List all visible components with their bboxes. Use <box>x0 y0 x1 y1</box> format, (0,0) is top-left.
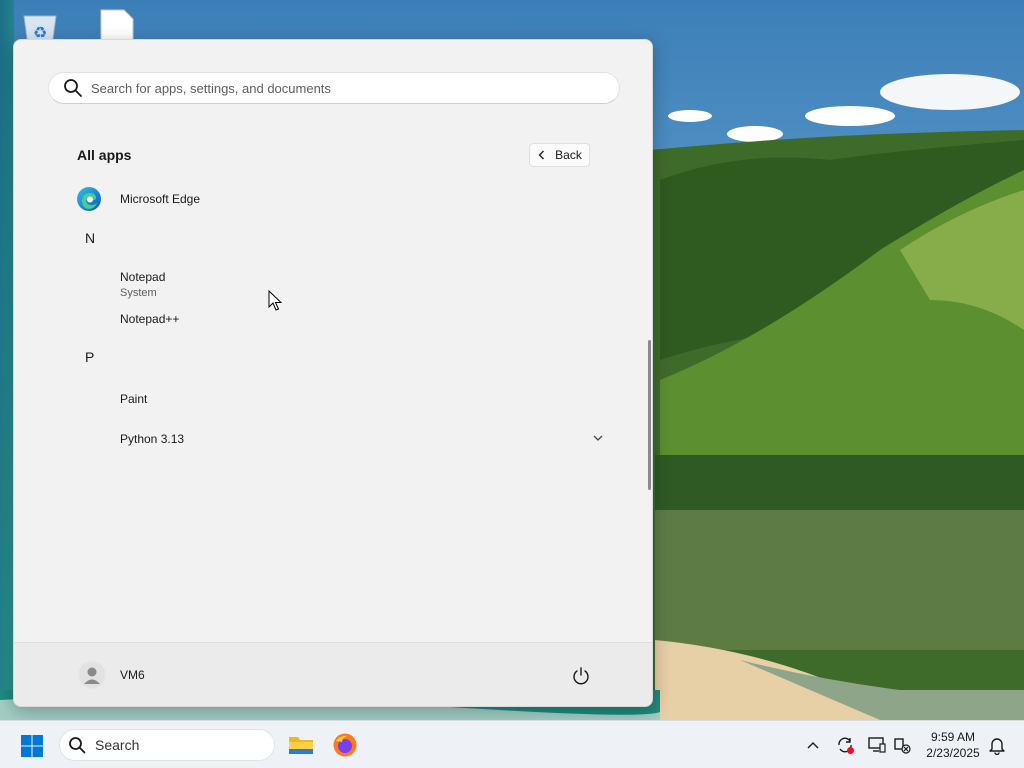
app-label: Notepad++ <box>120 312 180 326</box>
edge-icon <box>77 187 101 211</box>
start-search-input[interactable] <box>91 80 619 96</box>
start-menu-footer: VM6 <box>14 642 652 706</box>
user-account-button[interactable]: VM6 <box>78 661 145 689</box>
start-search-box[interactable] <box>48 72 620 104</box>
mouse-cursor-icon <box>268 290 282 311</box>
app-label: Paint <box>120 392 148 406</box>
app-label: Microsoft Edge <box>120 192 201 206</box>
app-label: Notepad <box>120 269 166 284</box>
all-apps-heading: All apps <box>77 147 132 163</box>
taskbar-search-box[interactable]: Search <box>59 729 275 761</box>
app-sublabel: System <box>120 286 157 299</box>
app-item-microsoft-edge[interactable]: Microsoft Edge <box>66 181 604 217</box>
power-icon[interactable] <box>571 666 591 686</box>
avatar <box>78 661 106 689</box>
taskbar: Search 9:59 AM 2/23/2025 <box>0 720 1024 768</box>
network-disconnected-icon[interactable] <box>892 735 912 755</box>
search-icon <box>64 79 82 97</box>
app-list-scrollbar[interactable] <box>648 340 651 490</box>
taskbar-clock[interactable]: 9:59 AM 2/23/2025 <box>918 729 988 761</box>
app-item-paint[interactable]: Paint <box>66 381 604 417</box>
app-item-notepad[interactable]: Notepad System <box>66 263 604 305</box>
clock-date: 2/23/2025 <box>926 746 980 760</box>
start-menu: All apps Back Microsoft Edge N <box>13 39 653 707</box>
back-button[interactable]: Back <box>529 143 590 167</box>
file-explorer-icon[interactable] <box>288 732 314 758</box>
chevron-up-icon[interactable] <box>803 735 823 755</box>
firefox-icon[interactable] <box>332 732 358 758</box>
sync-alert-icon[interactable] <box>835 735 855 755</box>
user-icon <box>79 662 105 688</box>
taskbar-search-label: Search <box>95 737 140 753</box>
chevron-left-icon <box>538 150 545 160</box>
display-icon[interactable] <box>867 735 887 755</box>
windows-start-icon[interactable] <box>20 734 44 758</box>
chevron-down-icon[interactable] <box>592 432 604 444</box>
clock-time: 9:59 AM <box>930 730 976 744</box>
letter-header-p[interactable]: P <box>85 349 94 365</box>
app-item-notepad-plus-plus[interactable]: Notepad++ <box>66 301 604 337</box>
search-icon <box>69 737 86 754</box>
notification-bell-icon[interactable] <box>987 735 1007 755</box>
back-button-label: Back <box>555 148 582 162</box>
app-item-python[interactable]: Python 3.13 <box>66 421 604 457</box>
letter-header-n[interactable]: N <box>85 230 95 246</box>
app-label: Python 3.13 <box>120 432 185 446</box>
user-name: VM6 <box>120 668 145 682</box>
